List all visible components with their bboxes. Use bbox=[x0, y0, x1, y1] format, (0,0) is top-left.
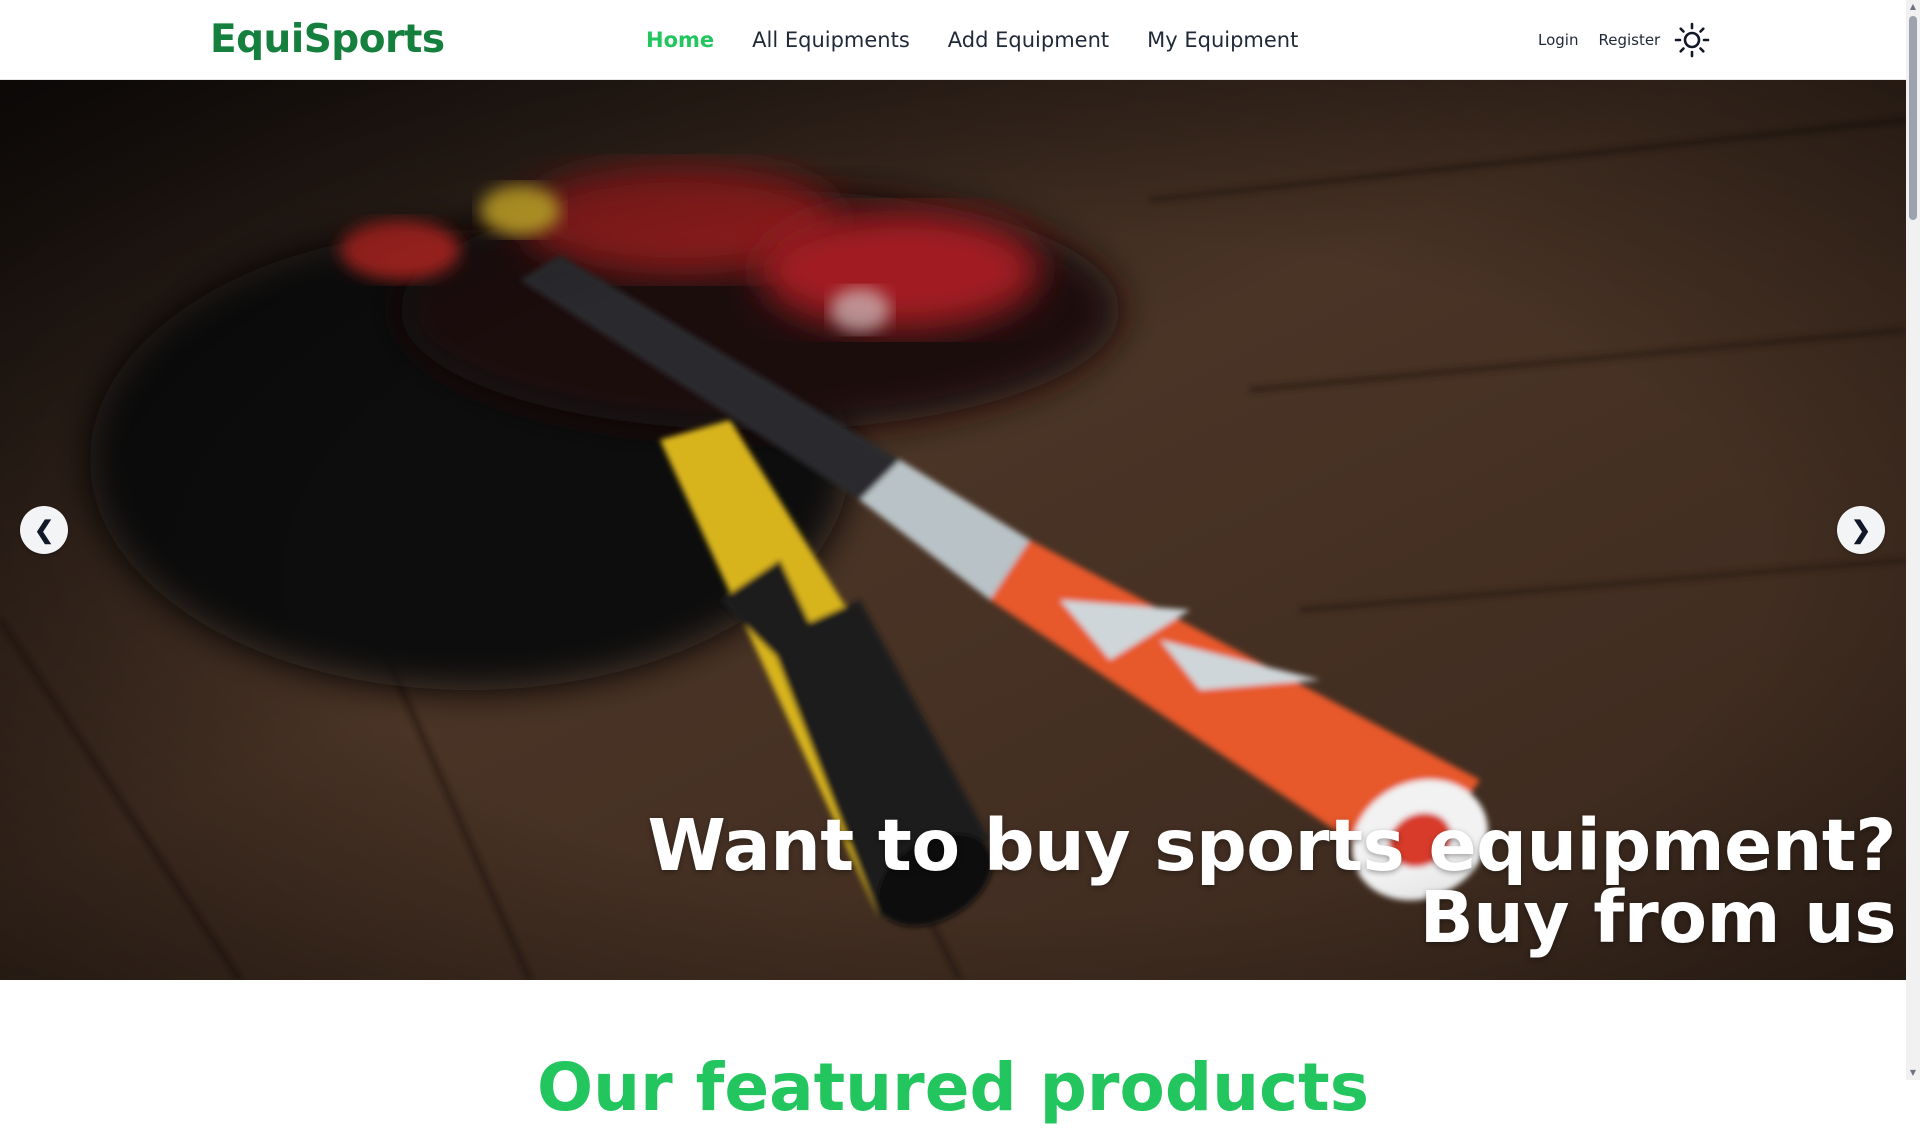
featured-products-heading: Our featured products bbox=[536, 1049, 1370, 1126]
sun-icon[interactable] bbox=[1674, 22, 1710, 58]
brand-logo[interactable]: EquiSports bbox=[210, 18, 445, 62]
carousel-prev-button[interactable]: ❮ bbox=[20, 506, 68, 554]
register-link[interactable]: Register bbox=[1598, 29, 1660, 51]
nav-all-equipments[interactable]: All Equipments bbox=[752, 26, 910, 54]
scrollbar-thumb[interactable] bbox=[1909, 16, 1917, 220]
chevron-right-icon: ❯ bbox=[1850, 516, 1872, 544]
page-scrollbar[interactable]: ▲ ▼ bbox=[1906, 0, 1920, 1080]
hero-caption-line-1: Want to buy sports equipment? bbox=[647, 804, 1897, 887]
scroll-down-arrow-icon[interactable]: ▼ bbox=[1906, 1066, 1920, 1080]
nav-home[interactable]: Home bbox=[646, 26, 714, 54]
carousel-next-button[interactable]: ❯ bbox=[1837, 506, 1885, 554]
scroll-up-arrow-icon[interactable]: ▲ bbox=[1906, 0, 1920, 14]
auth-links: Login Register bbox=[1538, 29, 1660, 51]
hero-caption-line-2: Buy from us bbox=[1419, 876, 1897, 959]
main-nav: Home All Equipments Add Equipment My Equ… bbox=[646, 26, 1298, 54]
hero-carousel: ❮ ❯ Want to buy sports equipment? Buy fr… bbox=[0, 80, 1906, 980]
chevron-left-icon: ❮ bbox=[33, 516, 55, 544]
nav-add-equipment[interactable]: Add Equipment bbox=[948, 26, 1109, 54]
login-link[interactable]: Login bbox=[1538, 29, 1578, 51]
theme-toggle-svg bbox=[1674, 22, 1710, 58]
hero-caption: Want to buy sports equipment? Buy from u… bbox=[648, 810, 1897, 954]
navbar: EquiSports Home All Equipments Add Equip… bbox=[0, 0, 1906, 80]
nav-my-equipment[interactable]: My Equipment bbox=[1147, 26, 1298, 54]
